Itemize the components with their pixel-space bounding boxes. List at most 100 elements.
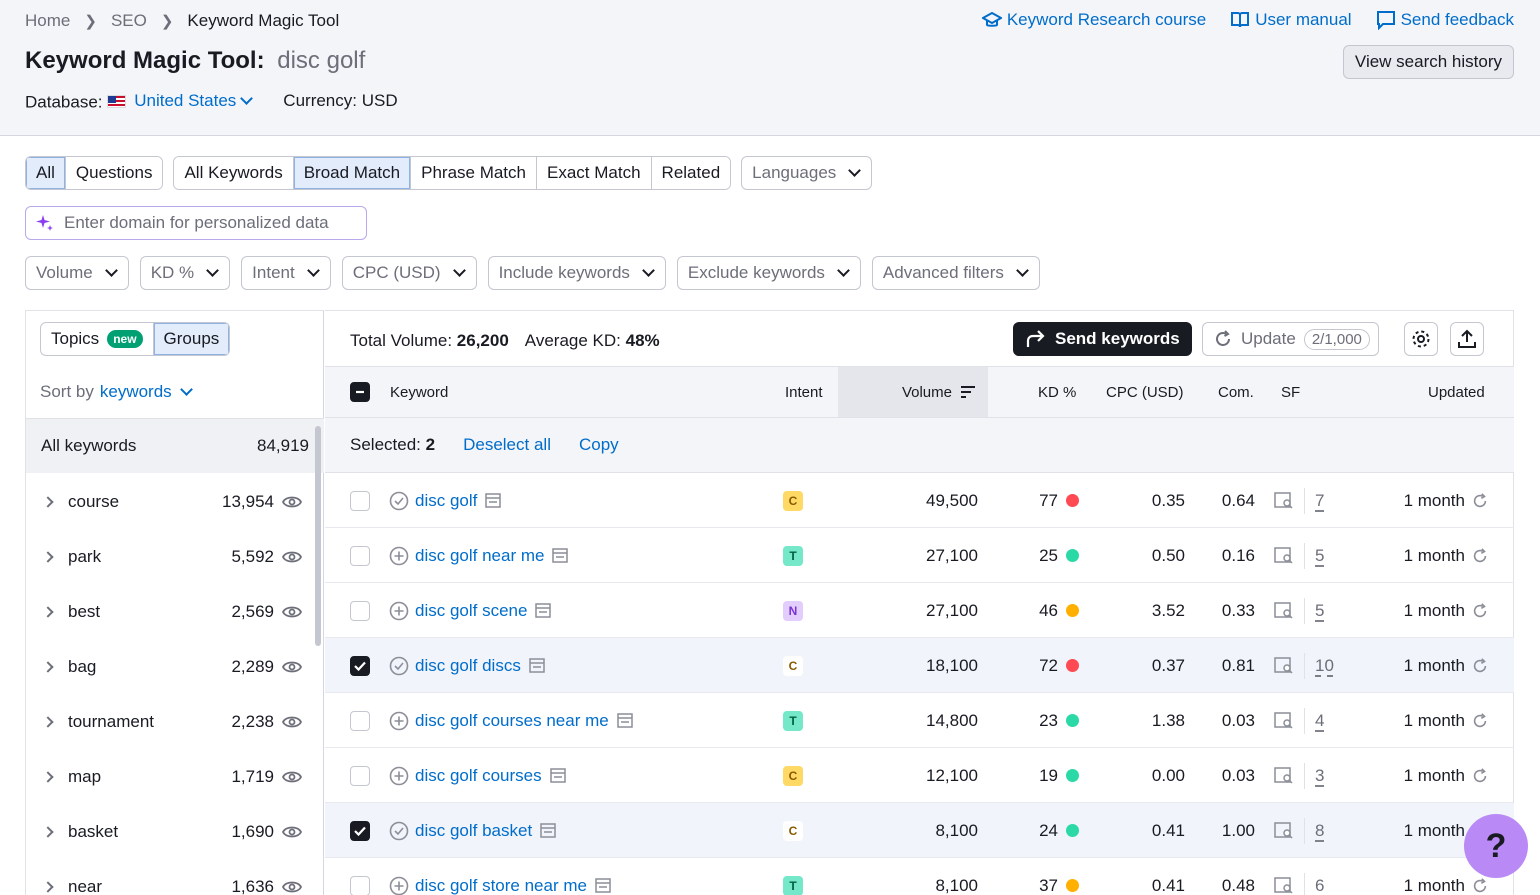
settings-button[interactable] [1404,322,1438,356]
keyword-link[interactable]: disc golf near me [415,546,544,566]
filter-kd[interactable]: KD % [140,256,230,290]
send-keywords-button[interactable]: Send keywords [1013,322,1192,356]
refresh-icon[interactable] [1471,602,1489,620]
plus-circle-icon[interactable] [389,766,409,786]
tab-phrase-match[interactable]: Phrase Match [411,157,537,189]
group-item[interactable]: basket 1,690 [26,804,316,859]
chevron-right-icon[interactable] [42,771,53,782]
group-item[interactable]: near 1,636 [26,859,316,895]
column-updated[interactable]: Updated [1428,367,1485,417]
column-intent[interactable]: Intent [785,367,823,417]
sf-count[interactable]: 10 [1315,656,1334,676]
eye-icon[interactable] [282,715,302,729]
sf-count[interactable]: 5 [1315,546,1324,566]
update-button[interactable]: Update 2/1,000 [1202,322,1379,356]
serp-features-icon[interactable] [1274,602,1294,620]
keyword-link[interactable]: disc golf courses [415,766,542,786]
plus-circle-icon[interactable] [389,876,409,895]
check-circle-icon[interactable] [389,656,409,676]
serp-page-icon[interactable] [617,713,633,728]
column-cpc[interactable]: CPC (USD) [1106,367,1184,417]
serp-features-icon[interactable] [1274,492,1294,510]
serp-page-icon[interactable] [552,548,568,563]
copy-link[interactable]: Copy [579,435,619,455]
eye-icon[interactable] [282,825,302,839]
refresh-icon[interactable] [1471,657,1489,675]
serp-page-icon[interactable] [535,603,551,618]
plus-circle-icon[interactable] [389,601,409,621]
help-button[interactable]: ? [1464,814,1528,878]
serp-page-icon[interactable] [485,493,501,508]
group-item[interactable]: best 2,569 [26,584,316,639]
chevron-right-icon[interactable] [42,716,53,727]
filter-advanced[interactable]: Advanced filters [872,256,1040,290]
filter-intent[interactable]: Intent [241,256,331,290]
chevron-right-icon[interactable] [42,551,53,562]
eye-icon[interactable] [282,880,302,894]
filter-volume[interactable]: Volume [25,256,129,290]
serp-features-icon[interactable] [1274,547,1294,565]
user-manual-link[interactable]: User manual [1230,10,1351,30]
group-item[interactable]: bag 2,289 [26,639,316,694]
refresh-icon[interactable] [1471,492,1489,510]
tab-related[interactable]: Related [652,157,731,189]
sf-count[interactable]: 8 [1315,821,1324,841]
column-volume[interactable]: Volume [838,367,988,417]
sf-count[interactable]: 7 [1315,491,1324,511]
view-search-history-button[interactable]: View search history [1343,45,1514,79]
deselect-all-link[interactable]: Deselect all [463,435,551,455]
personalized-domain-input[interactable]: Enter domain for personalized data [25,206,367,240]
keyword-link[interactable]: disc golf [415,491,477,511]
eye-icon[interactable] [282,605,302,619]
row-checkbox[interactable] [350,766,370,786]
keyword-link[interactable]: disc golf discs [415,656,521,676]
serp-features-icon[interactable] [1274,712,1294,730]
tab-questions[interactable]: Questions [66,157,163,189]
filter-cpc[interactable]: CPC (USD) [342,256,477,290]
row-checkbox[interactable] [350,656,370,676]
tab-groups[interactable]: Groups [154,323,230,355]
sf-count[interactable]: 4 [1315,711,1324,731]
keyword-link[interactable]: disc golf basket [415,821,532,841]
chevron-right-icon[interactable] [42,661,53,672]
refresh-icon[interactable] [1471,767,1489,785]
eye-icon[interactable] [282,770,302,784]
keyword-research-course-link[interactable]: Keyword Research course [982,10,1206,30]
serp-page-icon[interactable] [529,658,545,673]
sf-count[interactable]: 3 [1315,766,1324,786]
refresh-icon[interactable] [1471,712,1489,730]
keyword-link[interactable]: disc golf store near me [415,876,587,895]
breadcrumb-seo[interactable]: SEO [111,11,147,31]
row-checkbox[interactable] [350,601,370,621]
eye-icon[interactable] [282,660,302,674]
breadcrumb-home[interactable]: Home [25,11,70,31]
chevron-right-icon[interactable] [42,881,53,892]
tab-all[interactable]: All [26,157,66,189]
select-all-checkbox[interactable] [350,382,370,402]
chevron-right-icon[interactable] [42,826,53,837]
group-item[interactable]: park 5,592 [26,529,316,584]
group-item[interactable]: tournament 2,238 [26,694,316,749]
sf-count[interactable]: 6 [1315,876,1324,895]
groups-scrollbar[interactable] [315,426,321,646]
group-item[interactable]: course 13,954 [26,474,316,529]
send-feedback-link[interactable]: Send feedback [1376,10,1514,30]
serp-features-icon[interactable] [1274,657,1294,675]
serp-features-icon[interactable] [1274,822,1294,840]
column-kd[interactable]: KD % [1038,367,1076,417]
tab-topics[interactable]: Topics new [41,323,154,355]
serp-page-icon[interactable] [595,878,611,893]
eye-icon[interactable] [282,550,302,564]
row-checkbox[interactable] [350,491,370,511]
refresh-icon[interactable] [1471,547,1489,565]
column-sf[interactable]: SF [1281,367,1300,417]
plus-circle-icon[interactable] [389,546,409,566]
keyword-link[interactable]: disc golf scene [415,601,527,621]
row-checkbox[interactable] [350,821,370,841]
column-com[interactable]: Com. [1218,367,1254,417]
filter-include-keywords[interactable]: Include keywords [488,256,666,290]
tab-all-keywords[interactable]: All Keywords [174,157,293,189]
tab-broad-match[interactable]: Broad Match [294,157,411,189]
sf-count[interactable]: 5 [1315,601,1324,621]
database-selector[interactable]: Database: United States [25,91,251,113]
